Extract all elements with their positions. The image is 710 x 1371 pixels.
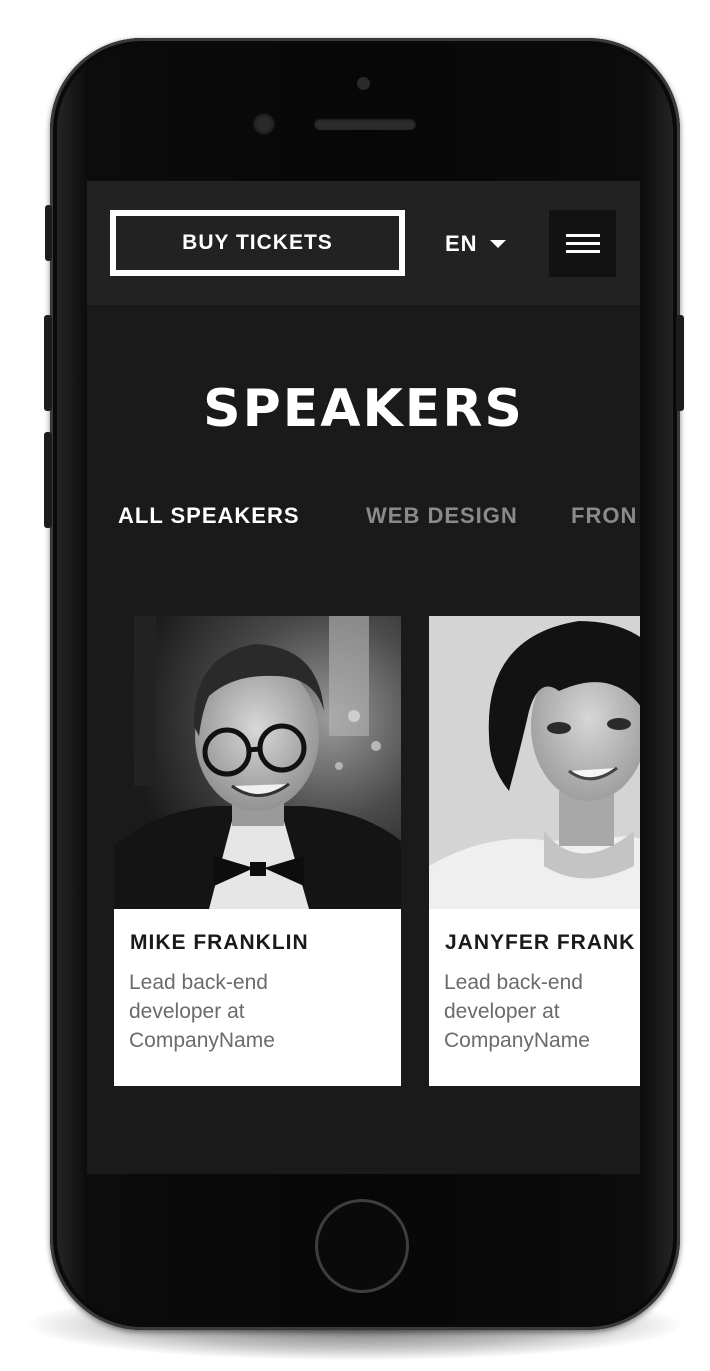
speaker-card[interactable]: MIKE FRANKLIN Lead back-end developer at… bbox=[114, 616, 401, 1086]
speaker-name: MIKE FRANKLIN bbox=[130, 931, 309, 954]
mute-switch bbox=[45, 205, 52, 261]
proximity-sensor bbox=[357, 77, 370, 90]
speaker-card[interactable]: JANYFER FRANK Lead back-end developer at… bbox=[429, 616, 640, 1086]
speaker-photo bbox=[114, 616, 401, 909]
menu-button[interactable] bbox=[549, 210, 616, 277]
page-title: SPEAKERS bbox=[203, 379, 524, 439]
speaker-role: Lead back-end developer at CompanyName bbox=[444, 971, 590, 1052]
volume-up-button bbox=[44, 315, 52, 411]
hamburger-menu-icon-bar bbox=[566, 250, 600, 253]
tab-all-speakers[interactable]: ALL SPEAKERS bbox=[118, 503, 300, 529]
caret-down-icon bbox=[489, 240, 506, 248]
phone-screen: BUY TICKETS EN SPEAKERS ALL SPEAKERS WEB… bbox=[87, 181, 640, 1174]
top-bar: BUY TICKETS EN bbox=[87, 181, 640, 305]
front-camera bbox=[253, 113, 275, 135]
language-selector[interactable]: EN bbox=[445, 229, 506, 259]
speaker-photo-image bbox=[429, 616, 640, 909]
speaker-photo bbox=[429, 616, 640, 909]
language-label: EN bbox=[445, 231, 478, 256]
tab-web-design[interactable]: WEB DESIGN bbox=[366, 503, 518, 529]
speaker-role: Lead back-end developer at CompanyName bbox=[129, 971, 275, 1052]
home-button[interactable] bbox=[315, 1199, 409, 1293]
volume-down-button bbox=[44, 432, 52, 528]
hamburger-menu-icon bbox=[566, 234, 600, 237]
earpiece-speaker bbox=[314, 118, 416, 130]
buy-tickets-label: BUY TICKETS bbox=[182, 231, 333, 254]
power-button bbox=[676, 315, 684, 411]
speaker-photo-image bbox=[114, 616, 401, 909]
buy-tickets-button[interactable]: BUY TICKETS bbox=[110, 210, 405, 276]
speaker-name: JANYFER FRANK bbox=[445, 931, 636, 954]
tab-front[interactable]: FRON bbox=[571, 503, 637, 529]
speaker-category-tabs: ALL SPEAKERS WEB DESIGN FRON bbox=[87, 503, 640, 535]
hamburger-menu-icon-bar bbox=[566, 242, 600, 245]
